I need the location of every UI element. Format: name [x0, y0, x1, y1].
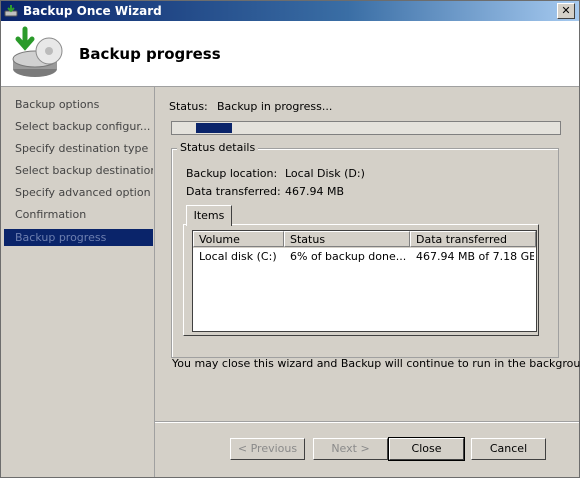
window-close-button[interactable]: ✕ [557, 3, 575, 19]
close-button[interactable]: Close [388, 437, 465, 461]
title-bar[interactable]: Backup Once Wizard ✕ [1, 1, 579, 21]
backup-app-icon [4, 5, 18, 17]
step-select-backup-configuration[interactable]: Select backup configur... [4, 118, 153, 135]
cancel-button[interactable]: Cancel [471, 438, 546, 460]
step-select-backup-destination[interactable]: Select backup destination [4, 162, 153, 179]
progress-bar-fill [196, 123, 232, 133]
cell-data-transferred: 467.94 MB of 7.18 GB [416, 250, 534, 263]
next-button[interactable]: Next > [313, 438, 388, 460]
backup-location-value: Local Disk (D:) [285, 167, 365, 180]
backup-disk-icon [12, 26, 63, 77]
step-backup-progress[interactable]: Backup progress [4, 229, 153, 246]
window-title: Backup Once Wizard [23, 4, 162, 18]
status-label: Status: [169, 100, 208, 113]
data-transferred-value: 467.94 MB [285, 185, 345, 198]
step-specify-advanced-option[interactable]: Specify advanced option [4, 184, 153, 201]
previous-button[interactable]: < Previous [230, 438, 305, 460]
step-backup-options[interactable]: Backup options [4, 96, 153, 113]
step-specify-destination-type[interactable]: Specify destination type [4, 140, 153, 157]
status-value: Backup in progress... [217, 100, 333, 113]
column-header-status[interactable]: Status [284, 231, 410, 247]
column-header-volume[interactable]: Volume [193, 231, 284, 247]
page-title: Backup progress [79, 45, 221, 63]
button-separator [155, 421, 579, 423]
backup-progress-bar [171, 121, 561, 135]
data-transferred-label: Data transferred: [186, 185, 281, 198]
column-header-data-transferred[interactable]: Data transferred [410, 231, 536, 247]
items-list[interactable]: Volume Status Data transferred Local dis… [192, 230, 537, 332]
wizard-header: Backup progress [1, 21, 579, 87]
tab-items[interactable]: Items [186, 205, 232, 226]
background-note: You may close this wizard and Backup wil… [172, 357, 580, 370]
wizard-window: Backup Once Wizard ✕ Backup progress Bac… [0, 0, 580, 478]
step-confirmation[interactable]: Confirmation [4, 206, 153, 223]
backup-location-label: Backup location: [186, 167, 278, 180]
cell-volume: Local disk (C:) [199, 250, 277, 263]
wizard-steps-nav: Backup options Select backup configur...… [1, 87, 155, 477]
list-header: Volume Status Data transferred [193, 231, 536, 248]
status-details-caption: Status details [177, 141, 259, 154]
cell-status: 6% of backup done... [290, 250, 407, 263]
wizard-content: Status: Backup in progress... Status det… [155, 87, 580, 477]
